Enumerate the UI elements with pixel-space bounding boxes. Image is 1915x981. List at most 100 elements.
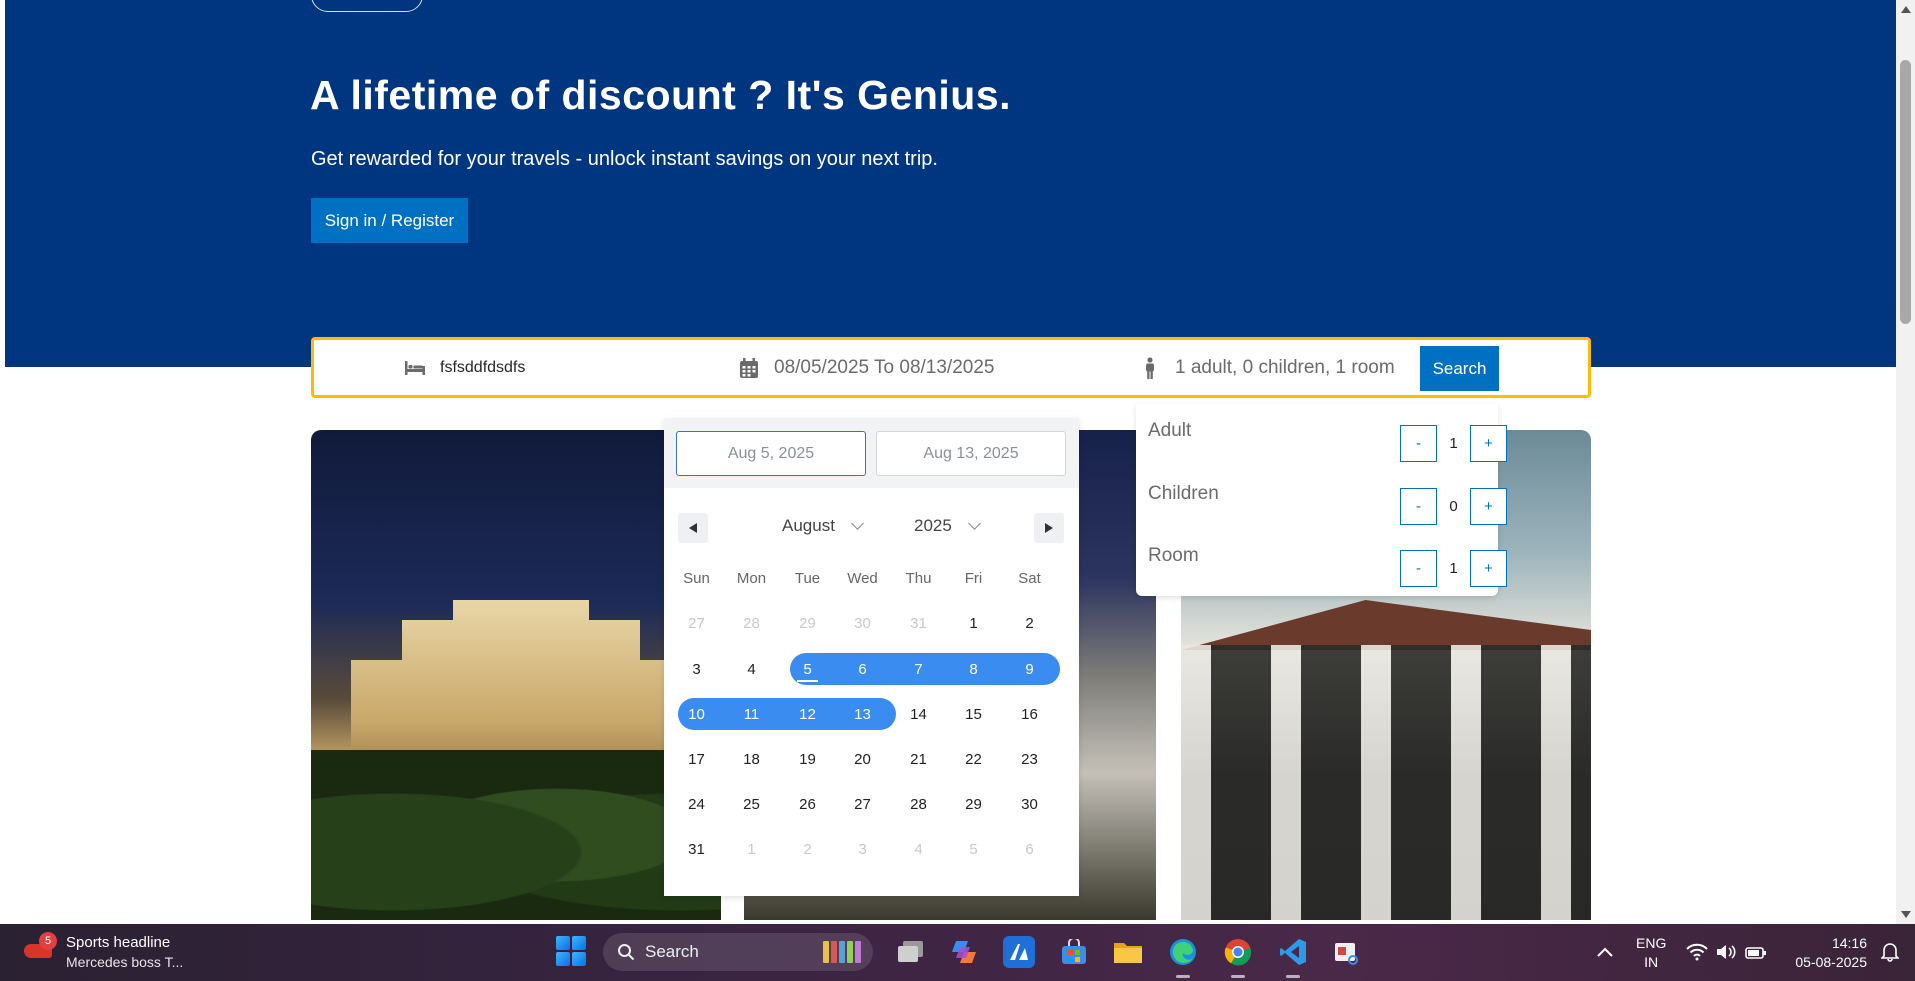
calendar-day[interactable]: 5 <box>946 833 1001 865</box>
calendar-day[interactable]: 2 <box>1002 607 1057 639</box>
guest-row-label: Room <box>1148 545 1199 566</box>
clock[interactable]: 14:16 05-08-2025 <box>1785 934 1867 972</box>
guests-field[interactable]: 1 adult, 0 children, 1 room <box>1139 340 1395 395</box>
guest-row-label: Adult <box>1148 420 1192 441</box>
vscode-running-indicator <box>1286 975 1300 978</box>
calendar-day[interactable]: 29 <box>946 788 1001 820</box>
calendar-day[interactable]: 1 <box>724 833 779 865</box>
decrement-button[interactable]: - <box>1400 425 1437 462</box>
hero-banner: A lifetime of discount ? It's Genius. Ge… <box>5 0 1896 367</box>
calendar-day[interactable]: 23 <box>1002 743 1057 775</box>
calendar-day[interactable]: 6 <box>1002 833 1057 865</box>
calendar-day[interactable]: 28 <box>724 607 779 639</box>
calendar-day[interactable]: 6 <box>835 653 890 685</box>
month-select[interactable]: August <box>782 516 864 536</box>
guests-popover: Adult -1 + Children -0 + Room -1 + <box>1136 404 1507 596</box>
destination-value: fsfsddfdsdfs <box>440 358 526 376</box>
calendar-day[interactable]: 3 <box>835 833 890 865</box>
calendar-day[interactable]: 15 <box>946 698 1001 730</box>
increment-button[interactable]: + <box>1470 425 1507 462</box>
hero-title: A lifetime of discount ? It's Genius. <box>310 72 1012 118</box>
destination-field[interactable]: fsfsddfdsdfs <box>404 340 525 395</box>
calendar-day[interactable]: 30 <box>1002 788 1057 820</box>
volume-icon[interactable] <box>1710 936 1742 968</box>
increment-button[interactable]: + <box>1470 550 1507 587</box>
scroll-up-icon[interactable] <box>1901 6 1911 13</box>
hero-pill-button[interactable] <box>311 0 423 12</box>
calendar-day[interactable]: 1 <box>946 607 1001 639</box>
calendar-day[interactable]: 16 <box>1002 698 1057 730</box>
windows-start-icon[interactable] <box>556 936 586 966</box>
guests-value: 1 adult, 0 children, 1 room <box>1175 356 1395 378</box>
calendar-day[interactable]: 28 <box>891 788 946 820</box>
calendar-day[interactable]: 29 <box>780 607 835 639</box>
calendar-day[interactable]: 8 <box>946 653 1001 685</box>
scroll-thumb[interactable] <box>1900 60 1911 324</box>
page-scrollbar[interactable] <box>1896 0 1915 924</box>
calendar-day[interactable]: 17 <box>669 743 724 775</box>
caret-right-icon <box>1045 523 1053 533</box>
task-view-icon[interactable] <box>895 936 927 968</box>
calendar-day[interactable]: 31 <box>669 833 724 865</box>
increment-button[interactable]: + <box>1470 488 1507 525</box>
calendar-day[interactable]: 21 <box>891 743 946 775</box>
file-explorer-icon[interactable] <box>1112 936 1144 968</box>
calendar-day[interactable]: 25 <box>724 788 779 820</box>
chevron-up-icon[interactable] <box>1589 936 1621 968</box>
calendar-day[interactable]: 26 <box>780 788 835 820</box>
wifi-icon[interactable] <box>1681 936 1713 968</box>
start-date-input[interactable]: Aug 5, 2025 <box>676 431 866 476</box>
date-picker: Aug 5, 2025 Aug 13, 2025 August 2025 Sun… <box>664 418 1079 896</box>
store-icon[interactable] <box>1058 936 1090 968</box>
next-month-button[interactable] <box>1034 513 1064 543</box>
calendar-day[interactable]: 10 <box>669 698 724 730</box>
signin-register-button[interactable]: Sign in / Register <box>311 198 468 243</box>
villa-facade <box>1181 645 1591 920</box>
news-subtitle: Mercedes boss T... <box>66 954 184 970</box>
calendar-day[interactable]: 31 <box>891 607 946 639</box>
prev-month-button[interactable] <box>678 513 708 543</box>
year-select[interactable]: 2025 <box>914 516 981 536</box>
calendar-day[interactable]: 4 <box>891 833 946 865</box>
calendar-day[interactable]: 13 <box>835 698 890 730</box>
notification-bell-icon[interactable] <box>1874 936 1906 968</box>
sports-news-icon: 5 <box>24 932 57 962</box>
snipping-tool-icon[interactable] <box>1330 936 1362 968</box>
calendar-day[interactable]: 3 <box>669 653 724 685</box>
azure-app-icon[interactable] <box>1003 936 1035 968</box>
news-widget[interactable]: 5 Sports headline Mercedes boss T... <box>24 932 184 970</box>
language-indicator[interactable]: ENG IN <box>1636 934 1666 972</box>
calendar-day[interactable]: 22 <box>946 743 1001 775</box>
calendar-day[interactable]: 7 <box>891 653 946 685</box>
weekday-header: Thu <box>905 570 932 587</box>
taskbar-search[interactable]: Search <box>603 933 873 971</box>
calendar-day[interactable]: 27 <box>669 607 724 639</box>
hotel-photo-palace[interactable] <box>311 430 721 920</box>
chrome-icon[interactable] <box>1222 936 1254 968</box>
calendar-day[interactable]: 14 <box>891 698 946 730</box>
calendar-day[interactable]: 11 <box>724 698 779 730</box>
calendar-day[interactable]: 30 <box>835 607 890 639</box>
calendar-day[interactable]: 9 <box>1002 653 1057 685</box>
calendar-day[interactable]: 27 <box>835 788 890 820</box>
windows-taskbar: 5 Sports headline Mercedes boss T... Sea… <box>0 924 1915 981</box>
calendar-day[interactable]: 2 <box>780 833 835 865</box>
calendar-day[interactable]: 4 <box>724 653 779 685</box>
calendar-day[interactable]: 5 <box>780 653 835 685</box>
calendar-day[interactable]: 12 <box>780 698 835 730</box>
calendar-day[interactable]: 20 <box>835 743 890 775</box>
hero-subtitle: Get rewarded for your travels - unlock i… <box>311 148 938 170</box>
copilot-icon[interactable] <box>948 936 980 968</box>
search-button[interactable]: Search <box>1420 346 1499 391</box>
scroll-down-icon[interactable] <box>1901 911 1911 918</box>
end-date-input[interactable]: Aug 13, 2025 <box>876 431 1066 476</box>
calendar-day[interactable]: 24 <box>669 788 724 820</box>
decrement-button[interactable]: - <box>1400 488 1437 525</box>
edge-icon[interactable] <box>1167 936 1199 968</box>
decrement-button[interactable]: - <box>1400 550 1437 587</box>
dates-field[interactable]: 08/05/2025 To 08/13/2025 <box>738 340 994 395</box>
battery-icon[interactable] <box>1740 936 1772 968</box>
calendar-day[interactable]: 18 <box>724 743 779 775</box>
vscode-icon[interactable] <box>1277 936 1309 968</box>
calendar-day[interactable]: 19 <box>780 743 835 775</box>
